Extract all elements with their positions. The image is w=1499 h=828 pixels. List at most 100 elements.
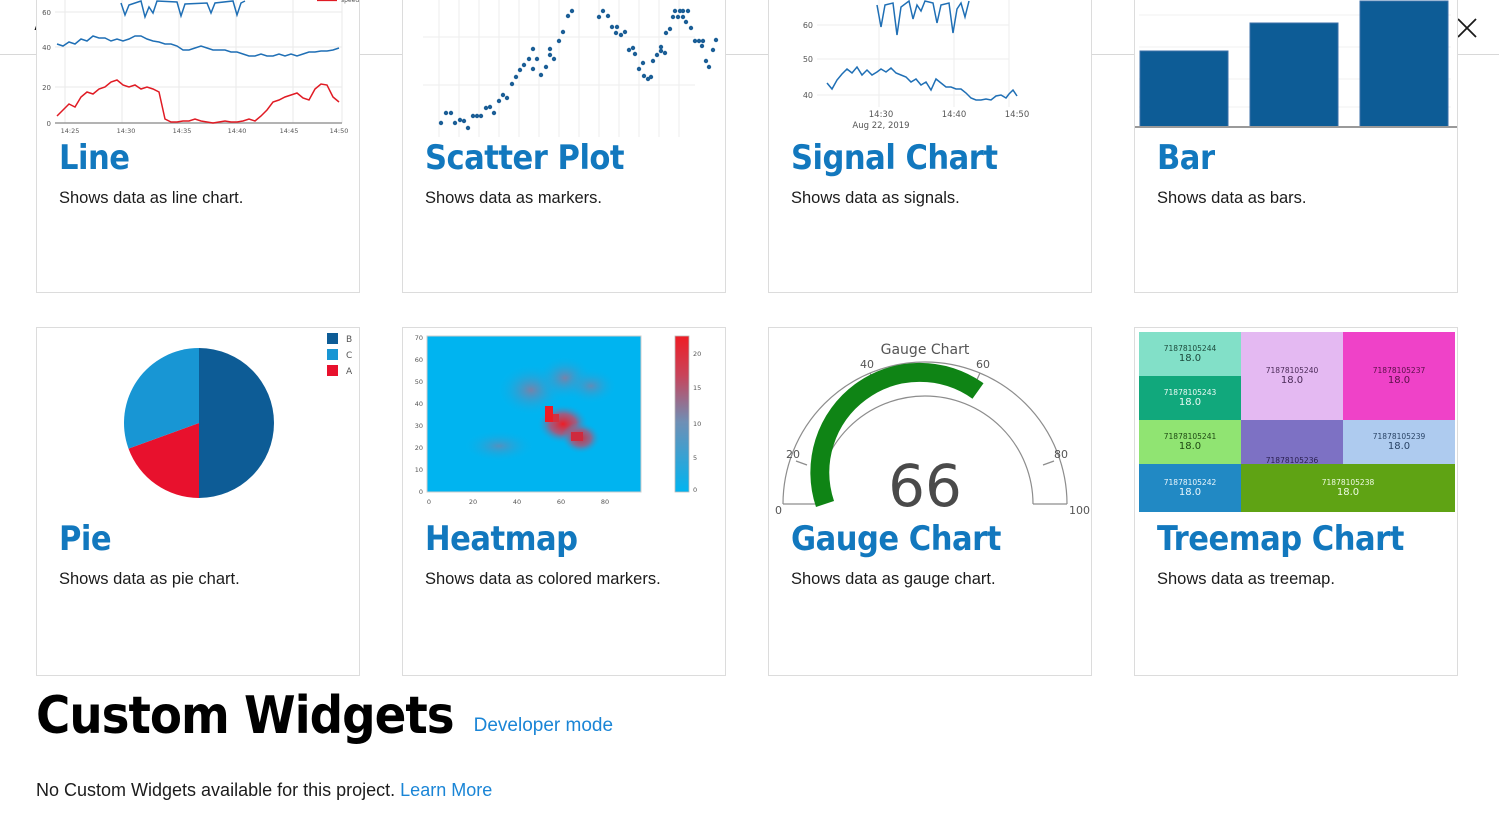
treemap-cell: 71878105243 18.0 bbox=[1139, 376, 1241, 420]
svg-text:20: 20 bbox=[693, 350, 701, 358]
heatmap-thumbnail: 70 60 50 40 30 20 10 0 0 20 40 60 80 20 15 bbox=[403, 328, 725, 518]
treemap-cell: 71878105244 18.0 bbox=[1139, 332, 1241, 376]
treemap-label: 71878105237 bbox=[1372, 366, 1426, 375]
widget-title: Scatter Plot bbox=[425, 138, 625, 178]
widget-title: Gauge Chart bbox=[791, 519, 1001, 559]
widget-card-treemap-chart[interactable]: 71878105244 18.0 71878105240 18.0 718781… bbox=[1134, 327, 1458, 676]
treemap-label: 71878105240 bbox=[1265, 366, 1319, 375]
svg-text:0: 0 bbox=[427, 498, 431, 506]
svg-text:60: 60 bbox=[42, 9, 51, 17]
treemap-label: 71878105239 bbox=[1372, 432, 1426, 441]
svg-text:30: 30 bbox=[415, 422, 423, 430]
widget-card-line[interactable]: 60 40 20 0 14:25 14:30 14:35 14:40 14:45… bbox=[36, 0, 360, 293]
treemap-cell: 71878105241 18.0 bbox=[1139, 420, 1241, 464]
svg-text:40: 40 bbox=[513, 498, 521, 506]
scatter-chart-thumbnail bbox=[403, 0, 725, 137]
treemap-cell: 71878105242 18.0 bbox=[1139, 464, 1241, 512]
custom-widgets-empty-message: No Custom Widgets available for this pro… bbox=[36, 780, 1466, 801]
svg-text:14:45: 14:45 bbox=[280, 127, 299, 135]
svg-text:10: 10 bbox=[693, 420, 701, 428]
widget-card-pie[interactable]: B C A Pie Shows data as pie chart. bbox=[36, 327, 360, 676]
widget-card-gauge-chart[interactable]: Gauge Chart 0 20 40 60 80 100 66 Gauge C… bbox=[768, 327, 1092, 676]
treemap-cell: 71878105239 18.0 bbox=[1343, 420, 1455, 464]
widget-card-signal-chart[interactable]: 60 50 40 14:30 14:40 14:50 Aug 22, 2019 … bbox=[768, 0, 1092, 293]
svg-text:50: 50 bbox=[415, 378, 423, 386]
treemap-value: 18.0 bbox=[1387, 441, 1411, 452]
svg-text:14:50: 14:50 bbox=[1005, 110, 1030, 120]
pie-chart-thumbnail: B C A bbox=[37, 328, 359, 518]
svg-text:14:25: 14:25 bbox=[61, 127, 80, 135]
treemap-value: 18.0 bbox=[1178, 397, 1202, 408]
svg-text:80: 80 bbox=[601, 498, 609, 506]
svg-text:speed: speed bbox=[341, 0, 359, 4]
bar-chart-thumbnail bbox=[1135, 0, 1457, 137]
treemap-value: 18.0 bbox=[1178, 353, 1202, 364]
widget-card-bar[interactable]: Bar Shows data as bars. bbox=[1134, 0, 1458, 293]
svg-text:100: 100 bbox=[1069, 504, 1090, 517]
widget-card-heatmap[interactable]: 70 60 50 40 30 20 10 0 0 20 40 60 80 20 15 bbox=[402, 327, 726, 676]
add-widget-dialog: Add Widget bbox=[0, 0, 1499, 828]
svg-text:70: 70 bbox=[415, 334, 423, 342]
custom-widgets-section: Custom Widgets Developer mode No Custom … bbox=[36, 690, 1466, 801]
treemap-cell: 71878105238 18.0 bbox=[1241, 464, 1455, 512]
svg-text:0: 0 bbox=[419, 488, 423, 496]
svg-text:14:30: 14:30 bbox=[869, 110, 894, 120]
widget-grid: 60 40 20 0 14:25 14:30 14:35 14:40 14:45… bbox=[36, 0, 1464, 676]
widget-title: Line bbox=[59, 138, 130, 178]
svg-text:60: 60 bbox=[803, 21, 813, 30]
svg-text:Aug 22, 2019: Aug 22, 2019 bbox=[852, 121, 909, 131]
svg-text:60: 60 bbox=[415, 356, 423, 364]
widget-row-1: 60 40 20 0 14:25 14:30 14:35 14:40 14:45… bbox=[36, 0, 1464, 293]
svg-text:20: 20 bbox=[469, 498, 477, 506]
line-legend: speed bbox=[317, 0, 359, 4]
svg-text:50: 50 bbox=[803, 55, 813, 64]
gauge-value: 66 bbox=[888, 452, 962, 518]
empty-text: No Custom Widgets available for this pro… bbox=[36, 780, 396, 800]
treemap-value: 18.0 bbox=[1387, 375, 1411, 386]
widget-description: Shows data as pie chart. bbox=[59, 570, 240, 588]
treemap-cell: 71878105240 18.0 bbox=[1241, 332, 1343, 420]
svg-text:40: 40 bbox=[415, 400, 423, 408]
widget-title: Bar bbox=[1157, 138, 1215, 178]
svg-text:20: 20 bbox=[786, 448, 800, 461]
svg-text:60: 60 bbox=[976, 358, 990, 371]
svg-text:14:40: 14:40 bbox=[228, 127, 247, 135]
widget-description: Shows data as markers. bbox=[425, 189, 602, 207]
widget-title: Pie bbox=[59, 519, 112, 559]
widget-description: Shows data as signals. bbox=[791, 189, 960, 207]
svg-text:14:50: 14:50 bbox=[330, 127, 349, 135]
svg-text:40: 40 bbox=[42, 44, 51, 52]
svg-text:40: 40 bbox=[803, 91, 813, 100]
treemap-value: 18.0 bbox=[1336, 487, 1360, 498]
treemap-label: 71878105241 bbox=[1163, 432, 1217, 441]
developer-mode-link[interactable]: Developer mode bbox=[474, 715, 613, 742]
svg-text:40: 40 bbox=[860, 358, 874, 371]
svg-text:14:30: 14:30 bbox=[117, 127, 136, 135]
widget-row-2: B C A Pie Shows data as pie chart. 70 60… bbox=[36, 327, 1464, 676]
widget-card-scatter-plot[interactable]: Scatter Plot Shows data as markers. bbox=[402, 0, 726, 293]
svg-text:20: 20 bbox=[415, 444, 423, 452]
widget-description: Shows data as gauge chart. bbox=[791, 570, 996, 588]
widget-title: Heatmap bbox=[425, 519, 578, 559]
pie-legend: B C A bbox=[327, 333, 353, 377]
treemap-value: 18.0 bbox=[1178, 487, 1202, 498]
svg-text:14:35: 14:35 bbox=[173, 127, 192, 135]
gauge-chart-thumbnail: Gauge Chart 0 20 40 60 80 100 66 bbox=[769, 328, 1091, 518]
widget-description: Shows data as line chart. bbox=[59, 189, 244, 207]
svg-text:0: 0 bbox=[47, 120, 51, 128]
treemap-label: 71878105243 bbox=[1163, 388, 1217, 397]
widget-description: Shows data as treemap. bbox=[1157, 570, 1335, 588]
learn-more-link[interactable]: Learn More bbox=[400, 780, 492, 800]
treemap-value: 18.0 bbox=[1178, 441, 1202, 452]
line-chart-thumbnail: 60 40 20 0 14:25 14:30 14:35 14:40 14:45… bbox=[37, 0, 359, 137]
treemap-label: 71878105238 bbox=[1321, 478, 1375, 487]
treemap-label: 71878105244 bbox=[1163, 344, 1217, 353]
widget-title: Signal Chart bbox=[791, 138, 998, 178]
custom-widgets-heading: Custom Widgets bbox=[36, 686, 455, 746]
treemap-label: 71878105242 bbox=[1163, 478, 1217, 487]
svg-text:80: 80 bbox=[1054, 448, 1068, 461]
svg-text:5: 5 bbox=[693, 454, 697, 462]
svg-text:60: 60 bbox=[557, 498, 565, 506]
gauge-title: Gauge Chart bbox=[881, 342, 970, 358]
treemap-grid: 71878105244 18.0 71878105240 18.0 718781… bbox=[1139, 332, 1455, 512]
